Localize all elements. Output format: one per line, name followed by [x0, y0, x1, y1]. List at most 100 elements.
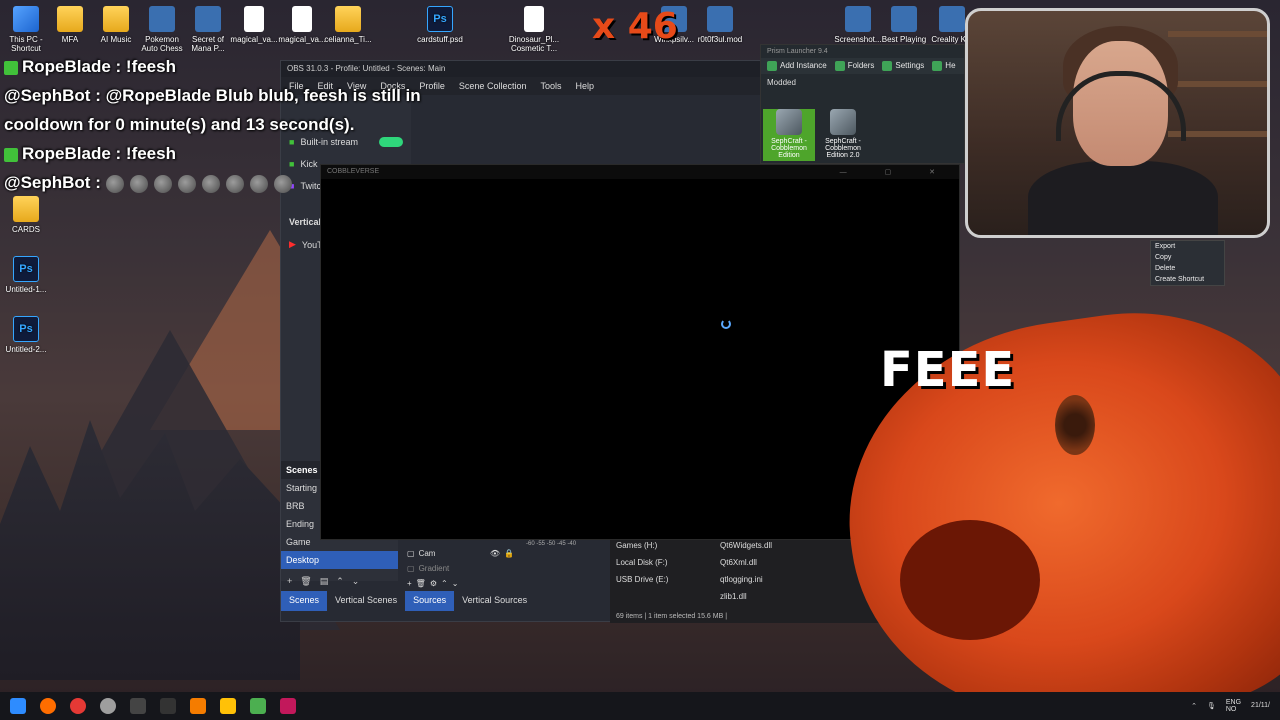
taskbar: ⌃ 🎙 ENG NO 21/11/ [0, 692, 1280, 720]
shelf [1168, 31, 1267, 37]
add-instance-button[interactable]: Add Instance [767, 61, 827, 71]
filter-icon[interactable]: ▤ [320, 576, 329, 588]
menu-tools[interactable]: Tools [540, 81, 561, 91]
desktop-icon[interactable]: celianna_Ti... [322, 6, 374, 44]
desktop-icon-untitled-1[interactable]: Ps Untitled-1... [0, 256, 52, 294]
source-gradient[interactable]: ▢ Gradient [403, 561, 518, 576]
menu-help[interactable]: Help [575, 81, 594, 91]
desktop-icon[interactable]: Pokemon Auto Chess [136, 6, 188, 53]
folder-icon [57, 6, 83, 32]
folder-icon [834, 61, 845, 71]
prism-icon[interactable] [250, 698, 266, 714]
menu-scene-collection[interactable]: Scene Collection [459, 81, 527, 91]
terminal-icon[interactable] [130, 698, 146, 714]
nav-local-disk[interactable]: Local Disk (F:) [610, 554, 710, 571]
fish-mouth [900, 520, 1040, 640]
desktop-icon[interactable]: magical_va... [276, 6, 328, 44]
tab-scenes[interactable]: Scenes [281, 591, 328, 611]
feesh-counter: x 46 [592, 6, 678, 47]
chevron-up-icon[interactable]: ⌃ [1191, 702, 1197, 710]
desktop-icon[interactable]: Ps cardstuff.psd [414, 6, 466, 44]
chrome-icon[interactable] [70, 698, 86, 714]
add-icon[interactable]: + [287, 576, 292, 588]
file-item[interactable]: Qt6Xml.dll [714, 554, 778, 571]
chat-overlay: RopeBlade : !feesh @SephBot : @RopeBlade… [4, 52, 424, 197]
gear-icon[interactable]: ⚙ [430, 579, 437, 588]
language-indicator[interactable]: ENG NO [1226, 699, 1241, 713]
media-icon [707, 6, 733, 32]
menu-export[interactable]: Export [1151, 241, 1224, 252]
desktop-icon-untitled-2[interactable]: Ps Untitled-2... [0, 316, 52, 354]
source-icon: ▢ [407, 564, 415, 573]
feesh-emote-icon [129, 174, 148, 193]
chat-message: @SephBot : [4, 168, 424, 197]
desktop-icon-label: cardstuff.psd [417, 35, 463, 44]
desktop-icon[interactable]: MFA [44, 6, 96, 44]
add-icon [767, 61, 777, 71]
windows-start-icon[interactable] [10, 698, 26, 714]
desktop-icon[interactable]: Secret of Mana P... [182, 6, 234, 53]
scene-desktop[interactable]: Desktop [281, 551, 398, 569]
remove-icon[interactable]: 🗑 [416, 579, 426, 588]
desktop-icon-label: Dinosaur_Pl... Cosmetic T... [508, 35, 560, 53]
menu-copy[interactable]: Copy [1151, 252, 1224, 263]
file-explorer-icon[interactable] [220, 698, 236, 714]
down-icon[interactable]: ⌄ [452, 579, 459, 588]
app-icon[interactable] [160, 698, 176, 714]
photoshop-icon: Ps [427, 6, 453, 32]
tab-sources[interactable]: Sources [405, 591, 455, 611]
instance-group[interactable]: Modded [761, 74, 964, 91]
app-icon[interactable] [280, 698, 296, 714]
fish-eye [1055, 395, 1095, 455]
window-controls[interactable]: — ▢ ✕ [840, 168, 953, 176]
down-icon[interactable]: ⌄ [352, 576, 360, 588]
folder-icon [103, 6, 129, 32]
desktop-icon[interactable]: Dinosaur_Pl... Cosmetic T... [508, 6, 560, 53]
instance-cobblemon-2[interactable]: SephCraft - Cobblemon Edition 2.0 [817, 109, 869, 159]
sources-toolbar: + 🗑 ⚙ ⌃ ⌄ [403, 576, 518, 591]
add-icon[interactable]: + [407, 579, 412, 588]
lock-icon[interactable]: 🔒 [504, 549, 514, 558]
instance-cobblemon[interactable]: SephCraft - Cobblemon Edition [763, 109, 815, 161]
desktop-icon[interactable]: Screenshot... [832, 6, 884, 44]
dock-tabs: Scenes Vertical Scenes Sources Vertical … [281, 591, 535, 611]
firefox-icon[interactable] [40, 698, 56, 714]
photoshop-icon: Ps [13, 256, 39, 282]
desktop-icon-label: Pokemon Auto Chess [141, 35, 183, 53]
desktop-icon[interactable]: r0t0f3ul.mod [694, 6, 746, 44]
up-icon[interactable]: ⌃ [441, 579, 448, 588]
desktop-icon[interactable]: magical_va... [228, 6, 280, 44]
folders-button[interactable]: Folders [834, 61, 874, 71]
desktop-icon-label: Best Playing [881, 35, 927, 44]
instance-icon [776, 109, 802, 135]
streamer-body [1028, 161, 1218, 235]
desktop-icon-cards[interactable]: CARDS [0, 196, 52, 234]
vlc-icon[interactable] [190, 698, 206, 714]
eye-icon[interactable]: 👁 [490, 549, 500, 558]
help-button[interactable]: He [932, 61, 956, 71]
menu-create-shortcut[interactable]: Create Shortcut [1151, 274, 1224, 285]
obs-icon[interactable] [100, 698, 116, 714]
up-icon[interactable]: ⌃ [336, 576, 344, 588]
remove-icon[interactable]: 🗑 [300, 576, 311, 588]
file-item[interactable]: qtlogging.ini [714, 571, 778, 588]
desktop-icon[interactable]: AI Music [90, 6, 142, 44]
tab-vertical-sources[interactable]: Vertical Sources [454, 591, 535, 611]
menu-delete[interactable]: Delete [1151, 263, 1224, 274]
explorer-files: Qt6Widgets.dll Qt6Xml.dll qtlogging.ini … [714, 537, 778, 605]
youtube-icon: ▶ [289, 239, 296, 249]
feesh-emote-icon [225, 174, 244, 193]
prism-launcher-window[interactable]: Prism Launcher 9.4 Add Instance Folders … [760, 44, 965, 164]
source-cam[interactable]: ▢ Cam 👁 🔒 [403, 546, 518, 561]
desktop-icon[interactable]: Best Playing [878, 6, 930, 44]
webcam-overlay [965, 8, 1270, 238]
app-icon [149, 6, 175, 32]
settings-button[interactable]: Settings [882, 61, 924, 71]
mic-icon[interactable]: 🎙 [1207, 702, 1216, 710]
file-item[interactable]: zlib1.dll [714, 588, 778, 605]
clock[interactable]: 21/11/ [1251, 702, 1270, 710]
nav-usb-drive[interactable]: USB Drive (E:) [610, 571, 710, 588]
feesh-emote-icon [201, 174, 220, 193]
badge-icon [4, 60, 18, 75]
tab-vertical-scenes[interactable]: Vertical Scenes [327, 591, 405, 611]
